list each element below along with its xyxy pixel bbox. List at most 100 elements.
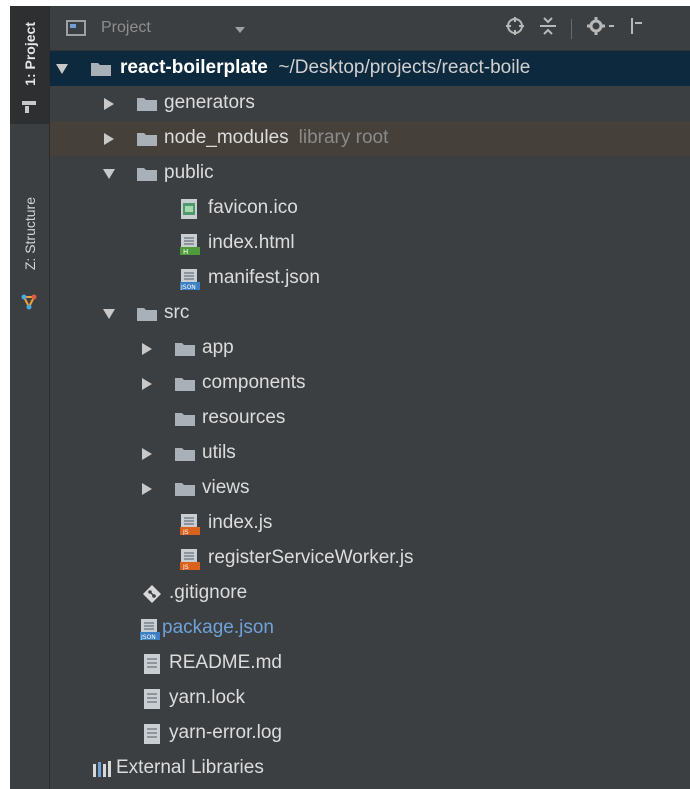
js-file-icon: JS xyxy=(180,548,200,575)
svg-text:JS: JS xyxy=(182,564,189,570)
project-tab[interactable]: 1: Project xyxy=(10,6,49,124)
json-file-icon: JSON xyxy=(180,268,200,295)
structure-icon xyxy=(21,294,37,315)
expanded-arrow-icon[interactable] xyxy=(102,167,116,181)
hide-icon[interactable] xyxy=(630,16,644,41)
tree-node-node-modules[interactable]: node_modules library root xyxy=(50,121,690,156)
structure-tab-label: Z: Structure xyxy=(21,197,38,271)
tree-node-yarn-error[interactable]: yarn-error.log xyxy=(50,716,690,751)
folder-icon xyxy=(174,481,196,502)
tree-node-generators[interactable]: generators xyxy=(50,86,690,121)
folder-icon xyxy=(136,306,158,327)
project-tool-window: 1: Project Z: Structure Project react-bo… xyxy=(10,6,690,789)
tree-node-root[interactable]: react-boilerplate ~/Desktop/projects/rea… xyxy=(50,51,690,86)
locate-icon[interactable] xyxy=(505,16,525,41)
tree-node-public[interactable]: public xyxy=(50,156,690,191)
tree-node-index-js[interactable]: JS index.js xyxy=(50,506,690,541)
expanded-arrow-icon[interactable] xyxy=(102,307,116,321)
utils-label: utils xyxy=(202,442,236,463)
text-file-icon xyxy=(143,653,161,680)
html-file-icon: H xyxy=(180,233,200,260)
tree-node-index-html[interactable]: H index.html xyxy=(50,226,690,261)
index-js-label: index.js xyxy=(208,512,273,533)
tree-node-views[interactable]: views xyxy=(50,471,690,506)
src-label: src xyxy=(164,302,190,323)
node-modules-label: node_modules library root xyxy=(164,127,388,149)
tree-node-gitignore[interactable]: .gitignore xyxy=(50,576,690,611)
folder-icon xyxy=(136,96,158,117)
project-tree: react-boilerplate ~/Desktop/projects/rea… xyxy=(50,51,690,789)
text-file-icon xyxy=(143,688,161,715)
folder-icon xyxy=(174,341,196,362)
settings-gear-icon[interactable] xyxy=(586,16,616,41)
svg-text:JSON: JSON xyxy=(180,284,196,290)
root-label: react-boilerplate ~/Desktop/projects/rea… xyxy=(120,57,530,79)
header-toolbar xyxy=(505,16,644,41)
manifest-label: manifest.json xyxy=(208,267,320,288)
library-root-hint: library root xyxy=(298,127,389,148)
svg-text:H: H xyxy=(183,248,188,255)
register-sw-label: registerServiceWorker.js xyxy=(208,547,414,568)
tree-node-external-libraries[interactable]: External Libraries xyxy=(50,751,690,786)
package-json-label: package.json xyxy=(162,617,274,638)
folder-icon xyxy=(174,446,196,467)
toolbar-separator xyxy=(571,18,572,39)
yarn-lock-label: yarn.lock xyxy=(169,687,246,708)
collapsed-arrow-icon[interactable] xyxy=(140,482,154,496)
public-label: public xyxy=(164,162,214,183)
chevron-down-icon[interactable] xyxy=(234,21,246,39)
svg-text:JSON: JSON xyxy=(140,634,156,640)
tree-node-yarn-lock[interactable]: yarn.lock xyxy=(50,681,690,716)
svg-text:JS: JS xyxy=(182,529,189,535)
library-icon xyxy=(92,760,112,783)
tree-node-register-sw[interactable]: JS registerServiceWorker.js xyxy=(50,541,690,576)
root-name: react-boilerplate xyxy=(120,57,268,78)
folder-icon xyxy=(174,411,196,432)
views-label: views xyxy=(202,477,250,498)
collapsed-arrow-icon[interactable] xyxy=(140,377,154,391)
js-file-icon: JS xyxy=(180,513,200,540)
tree-node-utils[interactable]: utils xyxy=(50,436,690,471)
tree-node-resources[interactable]: resources xyxy=(50,401,690,436)
collapsed-arrow-icon[interactable] xyxy=(140,342,154,356)
folder-icon xyxy=(174,376,196,397)
generators-label: generators xyxy=(164,92,255,113)
json-file-icon: JSON xyxy=(140,618,160,645)
collapse-all-icon[interactable] xyxy=(539,16,557,41)
yarn-error-label: yarn-error.log xyxy=(169,722,282,743)
favicon-label: favicon.ico xyxy=(208,197,298,218)
image-file-icon xyxy=(180,198,198,225)
external-libraries-label: External Libraries xyxy=(116,757,264,778)
index-html-label: index.html xyxy=(208,232,295,253)
root-path: ~/Desktop/projects/react-boile xyxy=(278,57,531,78)
expanded-arrow-icon[interactable] xyxy=(55,62,69,76)
folder-icon xyxy=(136,131,158,152)
folder-icon xyxy=(136,166,158,187)
readme-label: README.md xyxy=(169,652,282,673)
collapsed-arrow-icon[interactable] xyxy=(102,97,116,111)
tree-node-app[interactable]: app xyxy=(50,331,690,366)
tree-node-src[interactable]: src xyxy=(50,296,690,331)
collapsed-arrow-icon[interactable] xyxy=(140,447,154,461)
tool-window-header: Project xyxy=(50,6,690,51)
view-selector-label[interactable]: Project xyxy=(101,19,151,37)
tree-node-readme[interactable]: README.md xyxy=(50,646,690,681)
project-folder-icon xyxy=(21,98,37,119)
project-tab-label: 1: Project xyxy=(21,22,38,86)
tool-window-strip: 1: Project Z: Structure xyxy=(10,6,50,789)
git-diamond-icon xyxy=(142,584,162,609)
folder-icon xyxy=(90,61,112,82)
collapsed-arrow-icon[interactable] xyxy=(102,132,116,146)
node-modules-name: node_modules xyxy=(164,127,289,148)
app-label: app xyxy=(202,337,234,358)
tree-node-manifest[interactable]: JSON manifest.json xyxy=(50,261,690,296)
resources-label: resources xyxy=(202,407,286,428)
tree-node-components[interactable]: components xyxy=(50,366,690,401)
tree-node-favicon[interactable]: favicon.ico xyxy=(50,191,690,226)
tree-node-package-json[interactable]: JSON package.json xyxy=(50,611,690,646)
components-label: components xyxy=(202,372,306,393)
gitignore-label: .gitignore xyxy=(169,582,248,603)
project-view-icon xyxy=(66,19,86,42)
text-file-icon xyxy=(143,723,161,750)
structure-tab[interactable]: Z: Structure xyxy=(10,176,49,316)
